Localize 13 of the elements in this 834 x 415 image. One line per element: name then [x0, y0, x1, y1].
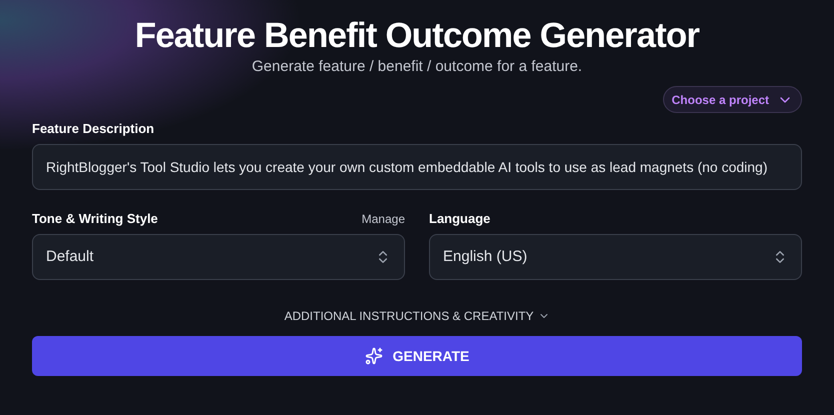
- select-field[interactable]: English (US): [429, 234, 802, 280]
- input-field[interactable]: RightBlogger's Tool Studio lets you create your own custom embeddable AI tools to use as lead magnets (no coding): [32, 144, 802, 190]
- field-label: Language: [429, 210, 490, 228]
- sparkles-icon: [364, 347, 383, 365]
- page-subtitle: Generate feature / benefit / outcome for a feature.: [252, 58, 582, 76]
- manage-link[interactable]: Manage: [362, 210, 405, 228]
- select-field[interactable]: Default: [32, 234, 405, 280]
- field-label: Tone & Writing Style: [32, 210, 158, 228]
- additional-instructions-toggle[interactable]: ADDITIONAL INSTRUCTIONS & CREATIVITY: [284, 307, 550, 325]
- page-title: Feature Benefit Outcome Generator: [134, 15, 700, 57]
- field-label: Feature Description: [32, 120, 156, 138]
- generate-button[interactable]: GENERATE: [32, 336, 802, 376]
- project-dropdown[interactable]: Choose a project: [662, 86, 802, 113]
